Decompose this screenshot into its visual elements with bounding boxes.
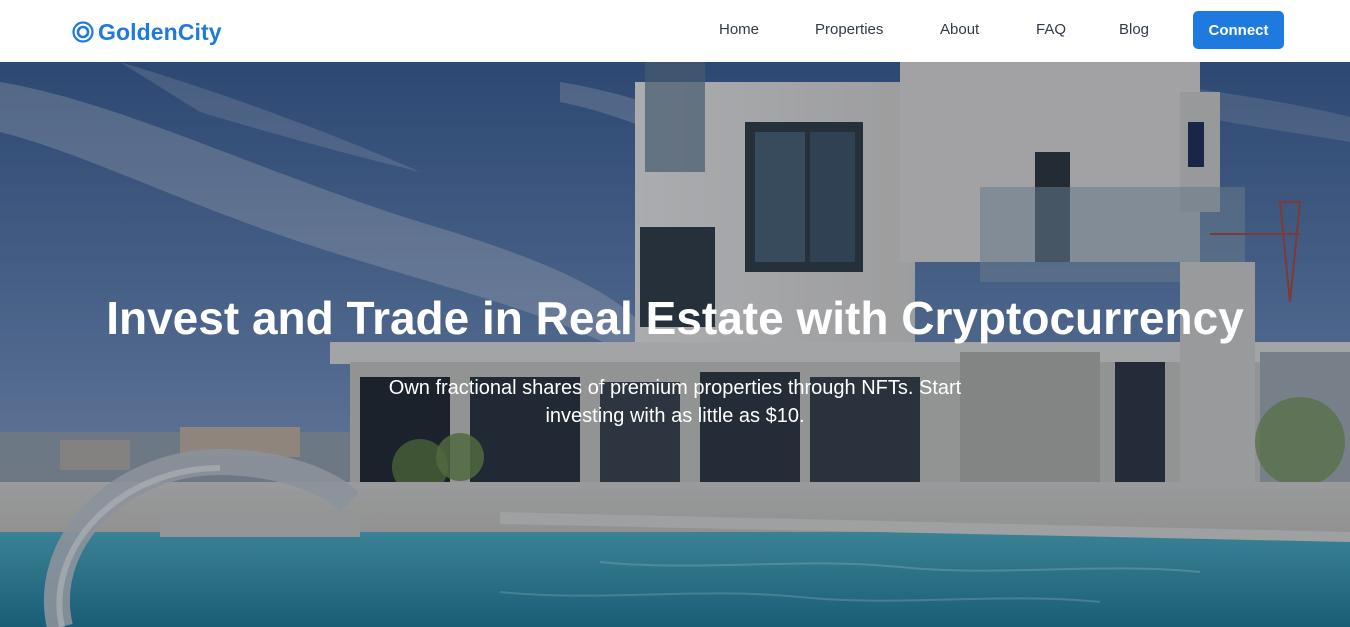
brand-logo[interactable]: GoldenCity <box>72 19 222 45</box>
nav-blog-link[interactable]: Blog <box>1119 21 1149 38</box>
hero-title: Invest and Trade in Real Estate with Cry… <box>106 292 1244 344</box>
ring-logo-icon <box>72 21 94 43</box>
nav-properties-link[interactable]: Properties <box>815 21 883 38</box>
nav-about-link[interactable]: About <box>940 21 979 38</box>
top-navbar: GoldenCity Home Properties About FAQ Blo… <box>0 0 1350 62</box>
hero-section: Invest and Trade in Real Estate with Cry… <box>0 62 1350 627</box>
nav-home-link[interactable]: Home <box>719 21 759 38</box>
brand-name: GoldenCity <box>98 18 222 45</box>
hero-subtitle: Own fractional shares of premium propert… <box>388 377 962 427</box>
connect-button[interactable]: Connect <box>1193 11 1284 49</box>
nav-faq-link[interactable]: FAQ <box>1036 21 1066 38</box>
